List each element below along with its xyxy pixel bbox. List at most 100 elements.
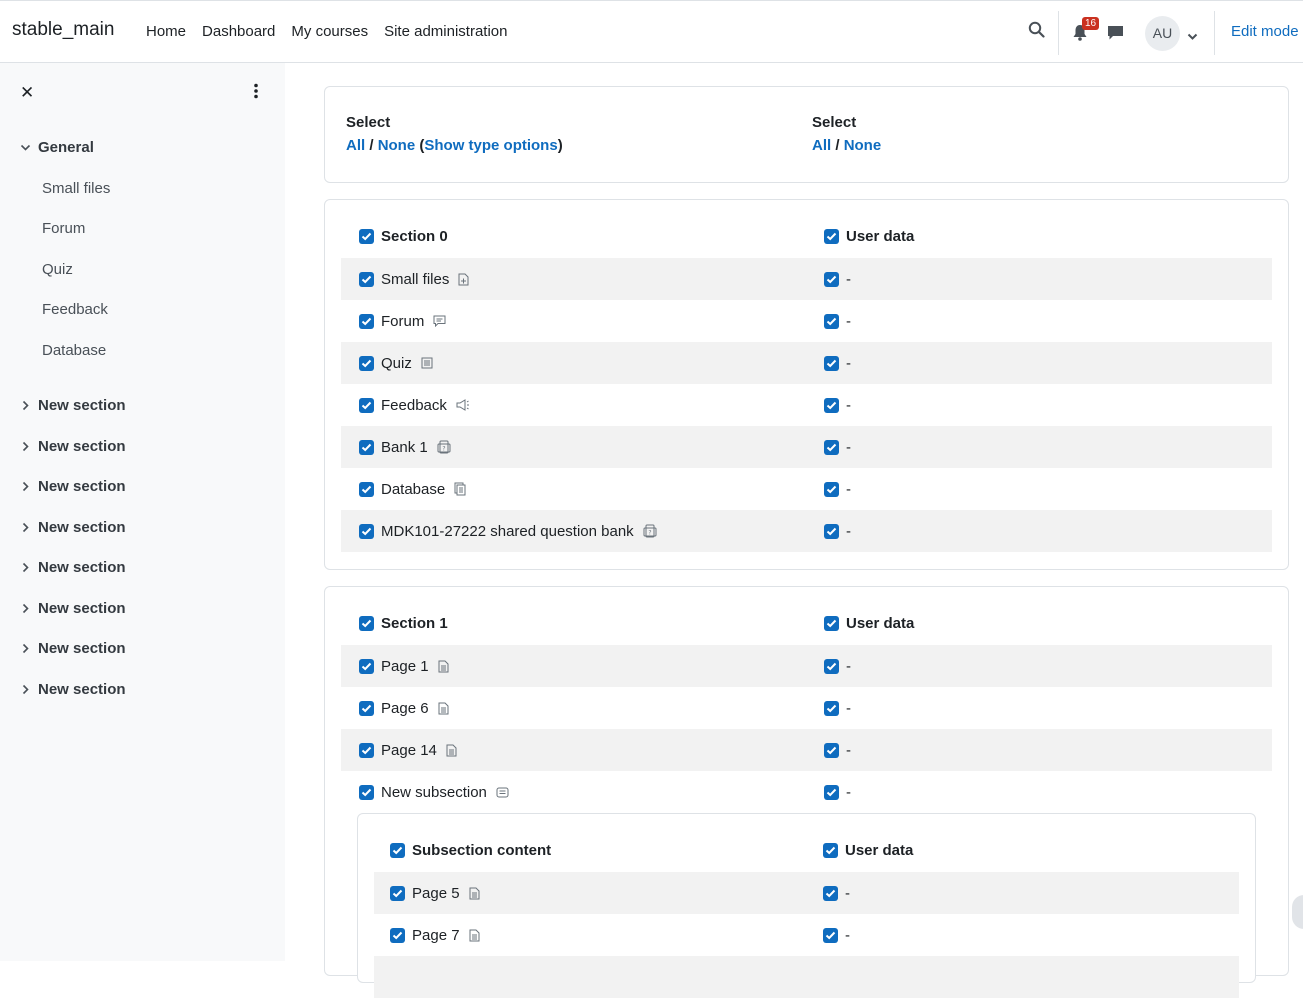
course-index-section[interactable]: New section xyxy=(20,438,126,455)
activity-checkbox[interactable] xyxy=(359,700,374,716)
chevron-right-icon[interactable] xyxy=(20,481,31,492)
scroll-to-top-button[interactable] xyxy=(1292,895,1303,929)
section-1-userdata-checkbox[interactable] xyxy=(824,615,839,631)
nav-site-administration[interactable]: Site administration xyxy=(384,23,507,40)
activity-checkbox[interactable] xyxy=(359,523,374,539)
course-index-section[interactable]: New section xyxy=(20,600,126,617)
userdata-checkbox[interactable] xyxy=(824,658,839,674)
userdata-value: - xyxy=(846,396,851,414)
userdata-value: - xyxy=(846,312,851,330)
activity-checkbox[interactable] xyxy=(359,397,374,413)
user-data-label: User data xyxy=(846,227,915,245)
activity-checkbox[interactable] xyxy=(359,439,374,455)
site-brand[interactable]: stable_main xyxy=(12,19,114,41)
table-row: Page 7 - xyxy=(374,914,1239,956)
chevron-right-icon[interactable] xyxy=(20,643,31,654)
userdata-checkbox[interactable] xyxy=(824,271,839,287)
activity-name: Quiz xyxy=(381,354,412,372)
select-all-userdata-link[interactable]: All xyxy=(812,137,831,154)
section-title: New section xyxy=(38,438,126,455)
userdata-value: - xyxy=(846,270,851,288)
nav-dashboard[interactable]: Dashboard xyxy=(202,23,275,40)
subsection-userdata-checkbox[interactable] xyxy=(823,842,838,858)
subsection-checkbox[interactable] xyxy=(390,842,405,858)
userdata-checkbox[interactable] xyxy=(823,927,838,943)
page-icon xyxy=(469,887,480,900)
chevron-right-icon[interactable] xyxy=(20,562,31,573)
table-row: Page 1 - xyxy=(341,645,1272,687)
course-index-item[interactable]: Quiz xyxy=(42,261,73,278)
userdata-checkbox[interactable] xyxy=(824,481,839,497)
activity-checkbox[interactable] xyxy=(359,481,374,497)
chevron-right-icon[interactable] xyxy=(20,684,31,695)
activity-checkbox[interactable] xyxy=(359,355,374,371)
activity-checkbox[interactable] xyxy=(390,927,405,943)
activity-name: New subsection xyxy=(381,783,487,801)
course-index-section-general[interactable]: General xyxy=(20,139,94,156)
table-row xyxy=(374,956,1239,998)
section-title: New section xyxy=(38,397,126,414)
activity-checkbox[interactable] xyxy=(359,742,374,758)
chevron-down-icon[interactable] xyxy=(20,144,31,152)
course-index-item[interactable]: Feedback xyxy=(42,301,108,318)
userdata-checkbox[interactable] xyxy=(824,700,839,716)
section-1-checkbox[interactable] xyxy=(359,615,374,631)
userdata-checkbox[interactable] xyxy=(824,742,839,758)
quiz-icon xyxy=(421,357,433,369)
activity-checkbox[interactable] xyxy=(390,885,405,901)
search-icon[interactable] xyxy=(1028,21,1045,42)
activity-name: Bank 1 xyxy=(381,438,428,456)
course-index-item[interactable]: Small files xyxy=(42,180,110,197)
user-data-label: User data xyxy=(845,841,914,859)
userdata-value: - xyxy=(845,926,850,944)
course-index-section[interactable]: New section xyxy=(20,640,126,657)
activity-checkbox[interactable] xyxy=(359,271,374,287)
course-index-section[interactable]: New section xyxy=(20,681,126,698)
userdata-checkbox[interactable] xyxy=(824,784,839,800)
section-0-checkbox[interactable] xyxy=(359,228,374,244)
section-header-row: Section 1 User data xyxy=(341,602,1272,644)
select-none-link[interactable]: None xyxy=(378,137,416,154)
chevron-right-icon[interactable] xyxy=(20,603,31,614)
nav-home[interactable]: Home xyxy=(146,23,186,40)
chevron-right-icon[interactable] xyxy=(20,522,31,533)
section-0-userdata-checkbox[interactable] xyxy=(824,228,839,244)
user-avatar[interactable]: AU xyxy=(1145,16,1180,51)
chevron-right-icon[interactable] xyxy=(20,441,31,452)
table-row: Database - xyxy=(341,468,1272,510)
table-row: Forum - xyxy=(341,300,1272,342)
userdata-checkbox[interactable] xyxy=(823,885,838,901)
edit-mode-toggle[interactable]: Edit mode xyxy=(1231,23,1299,40)
course-index-section[interactable]: New section xyxy=(20,559,126,576)
course-index-section[interactable]: New section xyxy=(20,519,126,536)
select-userdata-links: All / None xyxy=(812,137,881,154)
userdata-checkbox[interactable] xyxy=(824,397,839,413)
chat-icon[interactable] xyxy=(1107,25,1124,45)
table-row: Bank 1? - xyxy=(341,426,1272,468)
show-type-options-link[interactable]: Show type options xyxy=(424,137,557,154)
activity-checkbox[interactable] xyxy=(359,658,374,674)
userdata-checkbox[interactable] xyxy=(824,523,839,539)
svg-text:?: ? xyxy=(648,530,651,537)
course-index-item[interactable]: Forum xyxy=(42,220,85,237)
activity-checkbox[interactable] xyxy=(359,313,374,329)
userdata-checkbox[interactable] xyxy=(824,439,839,455)
course-index-section[interactable]: New section xyxy=(20,478,126,495)
chevron-down-icon[interactable] xyxy=(1187,28,1198,45)
subsection-header-row: Subsection content User data xyxy=(374,829,1239,871)
close-icon[interactable]: ✕ xyxy=(20,83,34,103)
userdata-checkbox[interactable] xyxy=(824,355,839,371)
course-index-item[interactable]: Database xyxy=(42,342,106,359)
nav-my-courses[interactable]: My courses xyxy=(291,23,368,40)
course-index-section[interactable]: New section xyxy=(20,397,126,414)
chevron-right-icon[interactable] xyxy=(20,400,31,411)
select-none-userdata-link[interactable]: None xyxy=(844,137,882,154)
section-title: New section xyxy=(38,681,126,698)
userdata-checkbox[interactable] xyxy=(824,313,839,329)
select-all-link[interactable]: All xyxy=(346,137,365,154)
activity-checkbox[interactable] xyxy=(359,784,374,800)
megaphone-icon xyxy=(456,399,470,411)
section-title: Section 0 xyxy=(381,227,448,245)
kebab-icon[interactable] xyxy=(253,83,259,103)
userdata-value: - xyxy=(845,884,850,902)
